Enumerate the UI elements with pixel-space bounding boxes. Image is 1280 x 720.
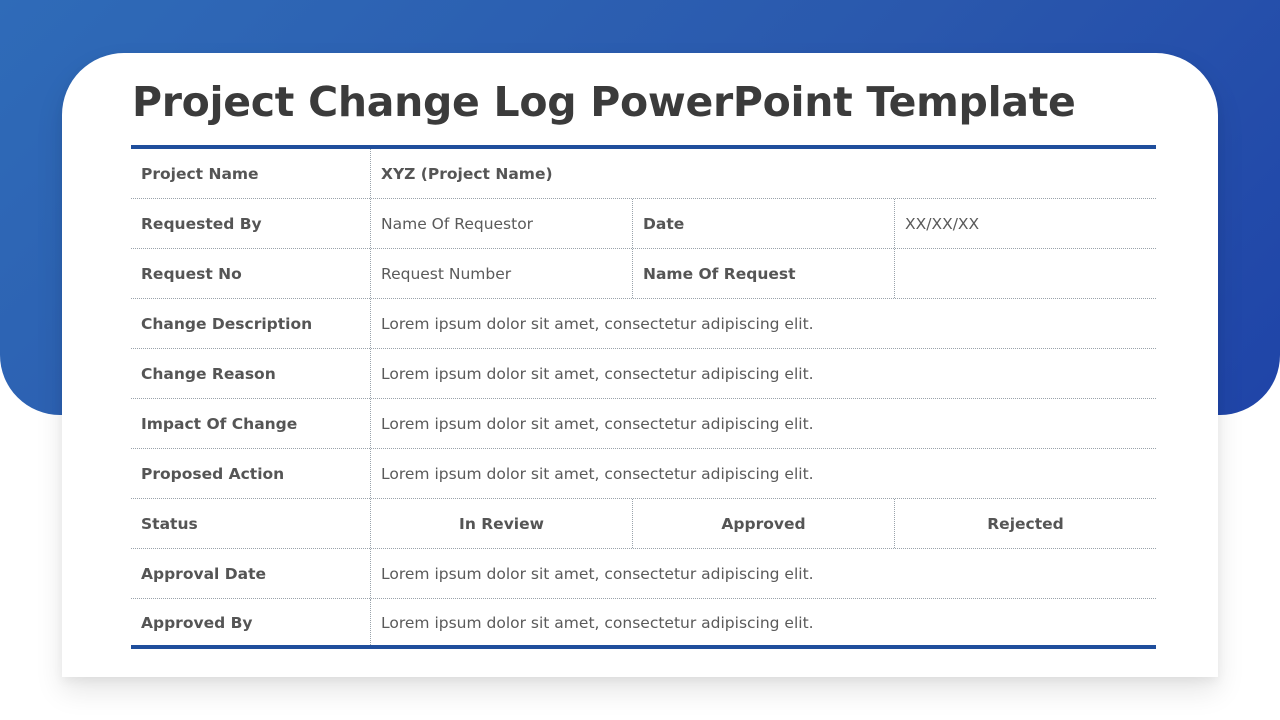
date-label: Date	[632, 199, 894, 248]
table-row-request-no: Request No Request Number Name Of Reques…	[131, 249, 1156, 299]
table-row-impact-of-change: Impact Of Change Lorem ipsum dolor sit a…	[131, 399, 1156, 449]
row-label: Change Description	[141, 314, 313, 333]
slide-title: Project Change Log PowerPoint Template	[132, 78, 1076, 126]
status-option-approved[interactable]: Approved	[632, 499, 894, 548]
row-label: Approval Date	[141, 564, 266, 583]
row-label: Requested By	[141, 214, 262, 233]
row-label: Approved By	[141, 614, 253, 632]
name-of-request-value[interactable]	[894, 249, 1156, 298]
name-of-request-label: Name Of Request	[632, 249, 894, 298]
table-row-proposed-action: Proposed Action Lorem ipsum dolor sit am…	[131, 449, 1156, 499]
change-description-value[interactable]: Lorem ipsum dolor sit amet, consectetur …	[370, 299, 1156, 348]
date-value[interactable]: XX/XX/XX	[894, 199, 1156, 248]
row-label: Request No	[141, 264, 242, 283]
table-row-change-reason: Change Reason Lorem ipsum dolor sit amet…	[131, 349, 1156, 399]
requestor-value[interactable]: Name Of Requestor	[370, 199, 632, 248]
table-row-requested-by: Requested By Name Of Requestor Date XX/X…	[131, 199, 1156, 249]
proposed-action-value[interactable]: Lorem ipsum dolor sit amet, consectetur …	[370, 449, 1156, 498]
change-reason-value[interactable]: Lorem ipsum dolor sit amet, consectetur …	[370, 349, 1156, 398]
table-row-approved-by: Approved By Lorem ipsum dolor sit amet, …	[131, 599, 1156, 647]
status-option-rejected[interactable]: Rejected	[894, 499, 1156, 548]
row-label: Project Name	[141, 164, 259, 183]
status-option-in-review[interactable]: In Review	[370, 499, 632, 548]
table-row-approval-date: Approval Date Lorem ipsum dolor sit amet…	[131, 549, 1156, 599]
row-label: Proposed Action	[141, 464, 285, 483]
row-label: Change Reason	[141, 364, 276, 383]
project-name-value[interactable]: XYZ (Project Name)	[370, 149, 1156, 198]
table-row-project-name: Project Name XYZ (Project Name)	[131, 149, 1156, 199]
table-row-change-description: Change Description Lorem ipsum dolor sit…	[131, 299, 1156, 349]
row-label: Impact Of Change	[141, 414, 298, 433]
table-bottom-rule	[131, 645, 1156, 649]
approved-by-value[interactable]: Lorem ipsum dolor sit amet, consectetur …	[370, 599, 1156, 647]
impact-of-change-value[interactable]: Lorem ipsum dolor sit amet, consectetur …	[370, 399, 1156, 448]
request-number-value[interactable]: Request Number	[370, 249, 632, 298]
approval-date-value[interactable]: Lorem ipsum dolor sit amet, consectetur …	[370, 549, 1156, 598]
change-log-table: Project Name XYZ (Project Name) Requeste…	[131, 149, 1156, 647]
table-row-status: Status In Review Approved Rejected	[131, 499, 1156, 549]
row-label: Status	[141, 514, 198, 533]
